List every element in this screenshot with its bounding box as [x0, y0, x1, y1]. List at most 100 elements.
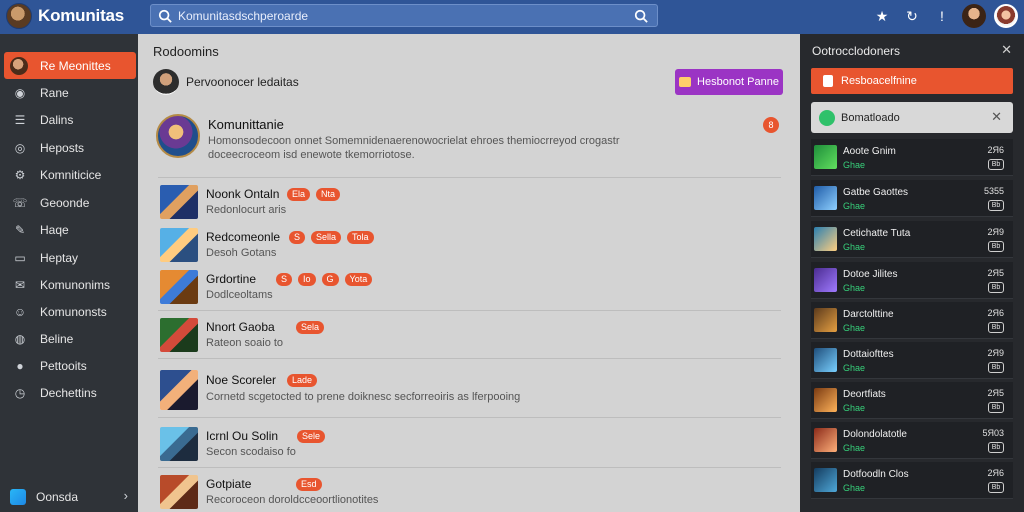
list-item[interactable]: Redcomeonle Desoh Gotans S Sella Tola: [160, 228, 780, 264]
item-badge[interactable]: Bb: [988, 159, 1004, 170]
list-item[interactable]: Aoote Gnim Ghae 2Я6 Bb: [811, 139, 1013, 176]
item-name[interactable]: Aoote Gnim: [843, 146, 896, 157]
community-avatar[interactable]: [156, 114, 200, 158]
item-badge[interactable]: Bb: [988, 402, 1004, 413]
tag-badge[interactable]: S: [289, 231, 306, 244]
list-item[interactable]: Deortfiats Ghae 2Я5 Bb: [811, 382, 1013, 419]
item-thumbnail[interactable]: [814, 428, 837, 452]
post-title[interactable]: Grdortine: [206, 272, 256, 286]
item-thumbnail[interactable]: [814, 308, 837, 332]
item-thumbnail[interactable]: [814, 468, 837, 492]
list-item[interactable]: Grdortine Dodlceoltams S Io G Yota: [160, 270, 780, 306]
close-icon[interactable]: ✕: [991, 109, 1002, 125]
sidebar-item[interactable]: ◷ Dechettins: [4, 379, 136, 406]
sidebar-item[interactable]: ● Pettooits: [4, 352, 136, 379]
post-thumbnail[interactable]: [160, 427, 198, 461]
item-thumbnail[interactable]: [814, 348, 837, 372]
tag-badge[interactable]: Tola: [347, 231, 374, 244]
list-item[interactable]: Nnort Gaoba Rateon soaio to Sela: [160, 318, 780, 354]
tag-badge[interactable]: S: [276, 273, 293, 286]
search-input[interactable]: [178, 8, 618, 23]
list-item[interactable]: Icrnl Ou Solin Secon scodaiso fo Sele: [160, 427, 780, 463]
user-name[interactable]: Pervoonocer ledaitas: [186, 75, 299, 89]
list-item[interactable]: Dotoe Jilites Ghae 2Я5 Bb: [811, 262, 1013, 299]
sidebar-item[interactable]: ☏ Geoonde: [4, 189, 136, 216]
sidebar-item[interactable]: ⚙ Komniticice: [4, 161, 136, 188]
item-thumbnail[interactable]: [814, 268, 837, 292]
item-thumbnail[interactable]: [814, 227, 837, 251]
post-thumbnail[interactable]: [160, 185, 198, 219]
list-item[interactable]: Dolondolatotle Ghae 5Я03 Bb: [811, 422, 1013, 459]
status-notice[interactable]: Bomatloado ✕: [811, 102, 1013, 133]
search-bar[interactable]: [150, 4, 658, 27]
chevron-right-icon[interactable]: ›: [124, 488, 128, 503]
close-icon[interactable]: ✕: [1001, 42, 1012, 58]
item-badge[interactable]: Bb: [988, 482, 1004, 493]
item-name[interactable]: Cetichatte Tuta: [843, 228, 910, 239]
tag-badge[interactable]: Io: [298, 273, 316, 286]
item-name[interactable]: Dottaiofttes: [843, 349, 894, 360]
sidebar-item[interactable]: ◉ Rane: [4, 79, 136, 106]
brand[interactable]: Komunitas: [6, 3, 124, 29]
item-badge[interactable]: Bb: [988, 442, 1004, 453]
sidebar-item[interactable]: ☺ Komunonsts: [4, 298, 136, 325]
list-item[interactable]: Noonk Ontaln Redonlocurt aris Ela Nta: [160, 185, 780, 221]
user-avatar[interactable]: [153, 69, 179, 95]
tag-badge[interactable]: Lade: [287, 374, 318, 387]
item-name[interactable]: Darctolttine: [843, 309, 894, 320]
tag-badge[interactable]: G: [321, 273, 339, 286]
item-badge[interactable]: Bb: [988, 200, 1004, 211]
post-title[interactable]: Icrnl Ou Solin: [206, 429, 278, 443]
search-submit-icon[interactable]: [634, 9, 648, 23]
alert-icon[interactable]: !: [930, 4, 954, 28]
post-thumbnail[interactable]: [160, 270, 198, 304]
item-badge[interactable]: Bb: [988, 241, 1004, 252]
post-title[interactable]: Redcomeonle: [206, 230, 280, 244]
new-post-button[interactable]: Hesbonot Panne: [675, 69, 783, 95]
post-thumbnail[interactable]: [160, 475, 198, 509]
sidebar-item[interactable]: ◍ Beline: [4, 325, 136, 352]
tag-badge[interactable]: Nta: [316, 188, 341, 201]
item-badge[interactable]: Bb: [988, 322, 1004, 333]
sidebar-item[interactable]: ☰ Dalins: [4, 106, 136, 133]
list-item[interactable]: Gatbe Gaottes Ghae 5355 Bb: [811, 180, 1013, 217]
tag-badge[interactable]: Sele: [297, 430, 326, 443]
refresh-icon[interactable]: ↻: [900, 4, 924, 28]
tag-badge[interactable]: Ela: [287, 188, 311, 201]
post-title[interactable]: Nnort Gaoba: [206, 320, 275, 334]
tag-badge[interactable]: Esd: [296, 478, 322, 491]
tag-badge[interactable]: Sela: [296, 321, 325, 334]
item-thumbnail[interactable]: [814, 145, 837, 169]
item-thumbnail[interactable]: [814, 186, 837, 210]
sidebar-item[interactable]: ✎ Haqe: [4, 216, 136, 243]
tag-badge[interactable]: Sella: [311, 231, 342, 244]
item-name[interactable]: Dotfoodln Clos: [843, 469, 909, 480]
post-title[interactable]: Noe Scoreler: [206, 373, 276, 387]
list-item[interactable]: Cetichatte Tuta Ghae 2Я9 Bb: [811, 221, 1013, 258]
tag-badge[interactable]: Yota: [344, 273, 373, 286]
sidebar-item[interactable]: ◎ Heposts: [4, 134, 136, 161]
list-item[interactable]: Gotpiate Recoroceon doroldcceoortlionoti…: [160, 475, 780, 511]
post-thumbnail[interactable]: [160, 228, 198, 262]
user-avatar[interactable]: [962, 4, 986, 28]
user-avatar[interactable]: [994, 4, 1018, 28]
community-name[interactable]: Komunittanie: [208, 117, 284, 132]
post-title[interactable]: Noonk Ontaln: [206, 187, 279, 201]
join-button[interactable]: Resboacelfnine: [811, 68, 1013, 94]
item-name[interactable]: Dolondolatotle: [843, 429, 907, 440]
post-thumbnail[interactable]: [160, 318, 198, 352]
notification-badge[interactable]: 8: [763, 117, 779, 133]
post-thumbnail[interactable]: [160, 370, 198, 410]
list-item[interactable]: Darctolttine Ghae 2Я6 Bb: [811, 302, 1013, 339]
post-title[interactable]: Gotpiate: [206, 477, 251, 491]
list-item[interactable]: Dotfoodln Clos Ghae 2Я6 Bb: [811, 462, 1013, 499]
list-item[interactable]: Noe Scoreler Cornetd scgetocted to prene…: [160, 370, 780, 412]
list-item[interactable]: Dottaiofttes Ghae 2Я9 Bb: [811, 342, 1013, 379]
sidebar-footer[interactable]: Oonsda ›: [10, 488, 130, 506]
sidebar-item[interactable]: ✉ Komunonims: [4, 271, 136, 298]
item-name[interactable]: Gatbe Gaottes: [843, 187, 908, 198]
sidebar-item[interactable]: ▭ Heptay: [4, 244, 136, 271]
item-name[interactable]: Deortfiats: [843, 389, 886, 400]
item-name[interactable]: Dotoe Jilites: [843, 269, 897, 280]
item-thumbnail[interactable]: [814, 388, 837, 412]
